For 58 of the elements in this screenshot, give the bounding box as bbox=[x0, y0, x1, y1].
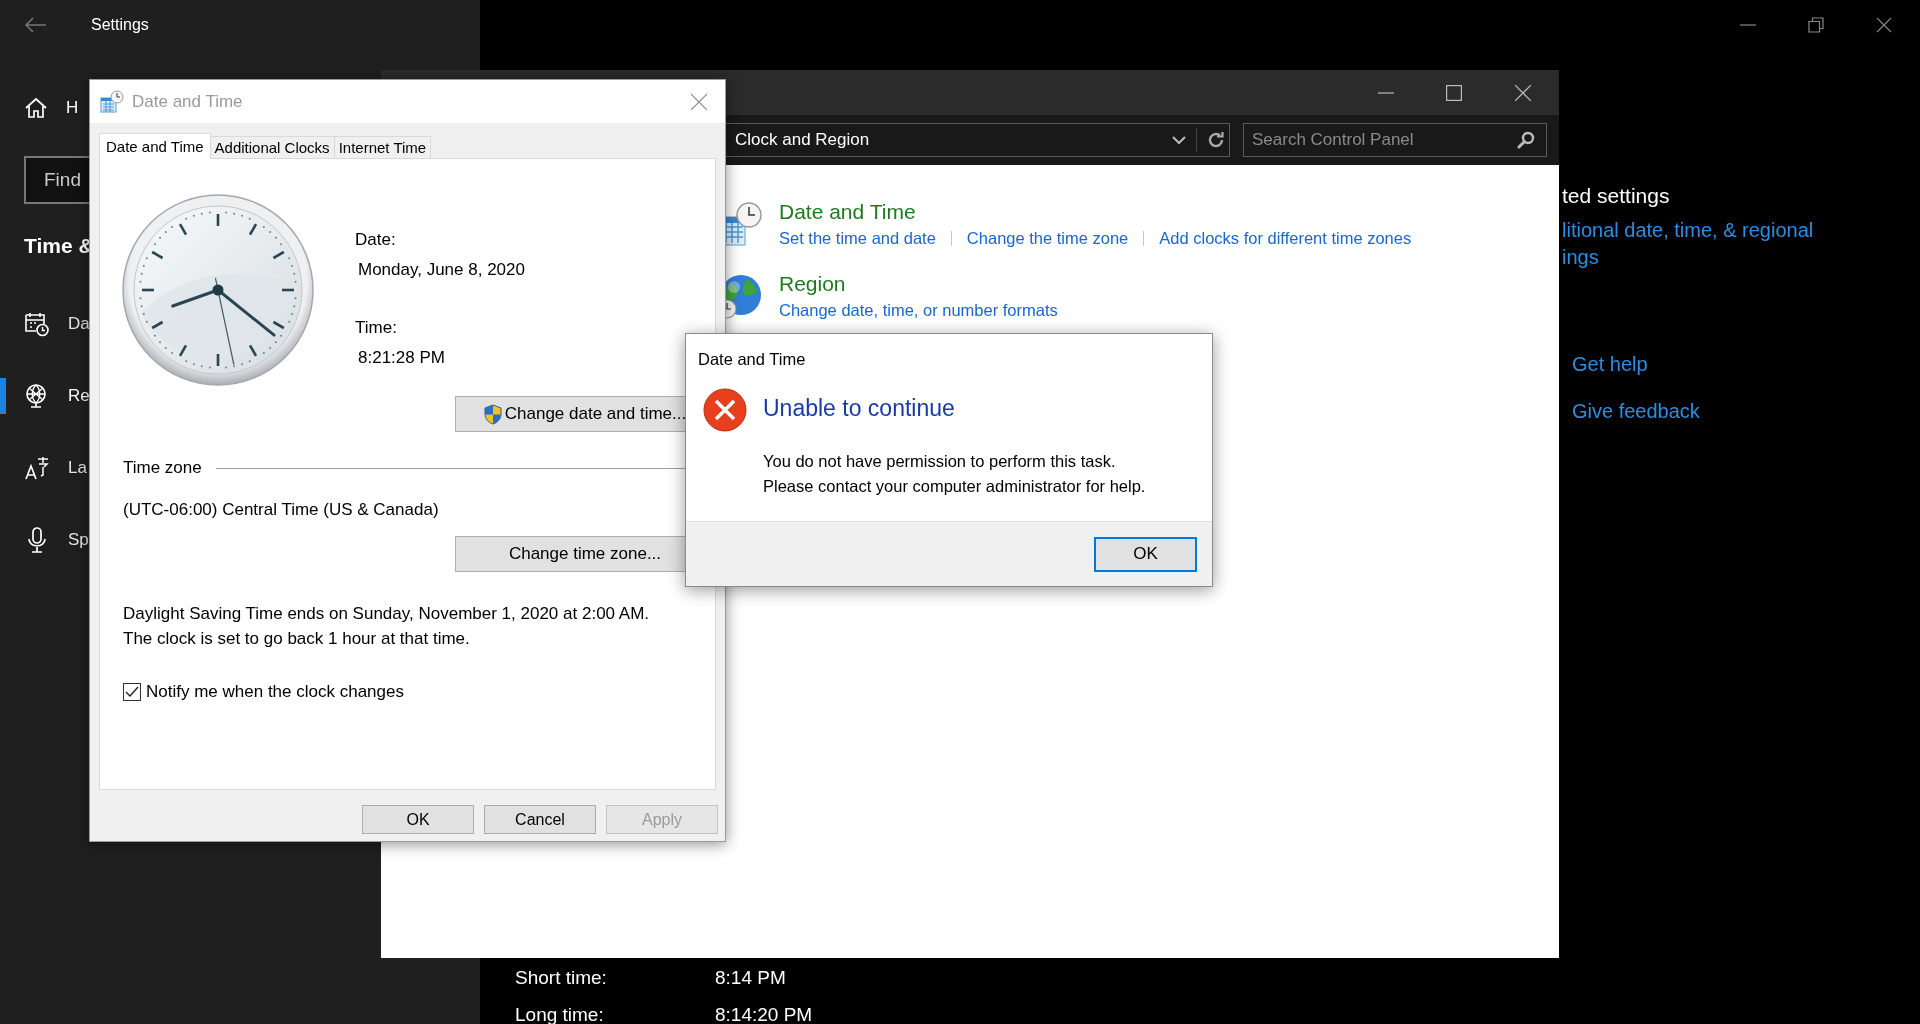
format-value: 8:14 PM bbox=[715, 966, 786, 990]
help-link[interactable]: Get help bbox=[1572, 351, 1648, 378]
section-heading: ted settings bbox=[1562, 184, 1670, 208]
dialog-button[interactable]: Cancel bbox=[484, 805, 596, 834]
task-link[interactable]: Set the time and date bbox=[779, 227, 936, 249]
error-message: You do not have permission to perform this task. bbox=[763, 451, 1117, 472]
task-link[interactable]: Change the time zone bbox=[966, 227, 1129, 249]
restore-icon[interactable] bbox=[1808, 17, 1824, 33]
back-arrow-icon[interactable] bbox=[25, 17, 47, 33]
task-link[interactable]: Add clocks for different time zones bbox=[1159, 227, 1412, 249]
ok-button[interactable]: OK bbox=[1094, 536, 1197, 572]
window-title: Date and Time bbox=[698, 350, 807, 369]
tab[interactable]: Date and Time bbox=[99, 133, 211, 159]
field-label: Date: bbox=[355, 230, 397, 250]
checkbox[interactable] bbox=[123, 683, 141, 701]
nav-item[interactable]: Sp bbox=[68, 530, 89, 550]
close-icon[interactable] bbox=[690, 92, 708, 111]
format-label: Short time: bbox=[515, 966, 608, 990]
help-link[interactable]: Give feedback bbox=[1572, 398, 1700, 425]
time-value: 8:21:28 PM bbox=[358, 348, 446, 368]
note-text: Daylight Saving Time ends on Sunday, November 1, 2020 at 2:00 AM. bbox=[123, 603, 651, 625]
close-icon[interactable] bbox=[1876, 17, 1892, 33]
group-heading: Time zone bbox=[123, 458, 202, 478]
nav-item[interactable]: H bbox=[66, 98, 79, 118]
field-label: Time: bbox=[355, 318, 398, 338]
error-icon bbox=[703, 388, 747, 432]
close-icon[interactable] bbox=[1514, 83, 1532, 102]
category-title[interactable]: Region bbox=[779, 269, 1058, 299]
address-text: Clock and Region bbox=[735, 130, 871, 150]
refresh-icon[interactable] bbox=[1207, 131, 1225, 149]
date-value: Monday, June 8, 2020 bbox=[358, 260, 525, 280]
calendar-clock-icon bbox=[100, 89, 124, 114]
nav-item[interactable]: La bbox=[68, 458, 87, 478]
task-link[interactable]: Change date, time, or number formats bbox=[779, 299, 1058, 321]
search-field[interactable]: Search Control Panel bbox=[1243, 123, 1547, 157]
checkbox-label[interactable]: Notify me when the clock changes bbox=[146, 682, 404, 702]
note-text: The clock is set to go back 1 hour at that time. bbox=[123, 628, 471, 650]
settings-link[interactable]: ings bbox=[1562, 244, 1599, 271]
settings-link[interactable]: litional date, time, & regional bbox=[1562, 217, 1814, 244]
window-title: Settings bbox=[91, 16, 149, 34]
dialog-button[interactable]: OK bbox=[362, 805, 474, 834]
calendar-clock-icon bbox=[24, 311, 50, 337]
maximize-icon[interactable] bbox=[1446, 84, 1462, 101]
nav-item[interactable]: Da bbox=[68, 314, 90, 334]
minimize-icon[interactable] bbox=[1378, 91, 1394, 94]
error-message: Please contact your computer administrator for help. bbox=[763, 476, 1146, 497]
error-heading: Unable to continue bbox=[763, 395, 956, 422]
format-value: 8:14:20 PM bbox=[715, 1003, 813, 1024]
language-icon bbox=[24, 455, 50, 481]
tab[interactable]: Internet Time bbox=[333, 136, 432, 158]
time-zone-text: (UTC-06:00) Central Time (US & Canada) bbox=[123, 500, 440, 520]
chevron-down-icon[interactable] bbox=[1172, 135, 1186, 145]
shield-icon bbox=[483, 403, 502, 425]
nav-item[interactable]: Re bbox=[68, 386, 90, 406]
search-icon[interactable] bbox=[1517, 131, 1535, 149]
window-title: Date and Time bbox=[132, 91, 244, 112]
home-icon bbox=[24, 96, 48, 120]
category-title[interactable]: Date and Time bbox=[779, 197, 1412, 227]
